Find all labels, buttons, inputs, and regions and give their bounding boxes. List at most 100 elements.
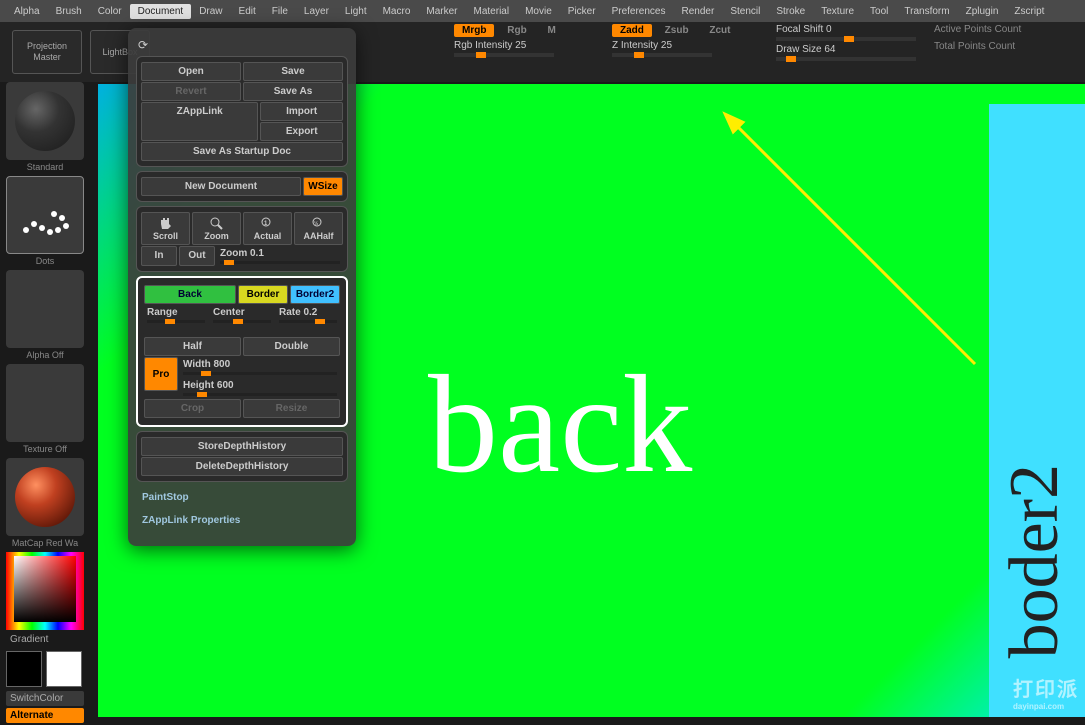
stroke-thumb-dots[interactable] bbox=[6, 176, 84, 254]
border2-color-button[interactable]: Border2 bbox=[290, 285, 340, 304]
menu-picker[interactable]: Picker bbox=[560, 4, 604, 19]
resize-button[interactable]: Resize bbox=[243, 399, 340, 418]
projection-master-button[interactable]: Projection Master bbox=[12, 30, 82, 74]
zsub-button[interactable]: Zsub bbox=[657, 24, 697, 37]
menu-preferences[interactable]: Preferences bbox=[604, 4, 674, 19]
z-intensity-slider[interactable] bbox=[612, 53, 712, 57]
menu-color[interactable]: Color bbox=[90, 4, 130, 19]
menu-light[interactable]: Light bbox=[337, 4, 375, 19]
height-slider[interactable]: Height 600 bbox=[180, 378, 340, 398]
menu-draw[interactable]: Draw bbox=[191, 4, 230, 19]
paintstop-link[interactable]: PaintStop bbox=[134, 486, 350, 509]
crop-button[interactable]: Crop bbox=[144, 399, 241, 418]
menu-render[interactable]: Render bbox=[674, 4, 723, 19]
actual-button[interactable]: 1Actual bbox=[243, 212, 292, 245]
wsize-button[interactable]: WSize bbox=[303, 177, 343, 196]
menu-edit[interactable]: Edit bbox=[231, 4, 264, 19]
width-slider[interactable]: Width 800 bbox=[180, 357, 340, 377]
swatch-white[interactable] bbox=[46, 651, 82, 687]
svg-text:½: ½ bbox=[314, 220, 318, 227]
newdoc-group: New Document WSize bbox=[136, 171, 348, 202]
stroke-label-dots: Dots bbox=[0, 256, 90, 266]
menu-stencil[interactable]: Stencil bbox=[722, 4, 768, 19]
material-thumb[interactable] bbox=[6, 458, 84, 536]
reload-icon[interactable]: ⟳ bbox=[134, 38, 350, 52]
save-as-startup-button[interactable]: Save As Startup Doc bbox=[141, 142, 343, 161]
zcut-button[interactable]: Zcut bbox=[701, 24, 738, 37]
brush-thumb-standard[interactable] bbox=[6, 82, 84, 160]
background-group: Back Border Border2 Range Center Rate 0.… bbox=[136, 276, 348, 427]
watermark: 打印派dayinpai.com bbox=[1013, 673, 1079, 711]
rgb-intensity-slider[interactable] bbox=[454, 53, 554, 57]
zoom-button[interactable]: Zoom bbox=[192, 212, 241, 245]
draw-size-label: Draw Size bbox=[776, 44, 822, 55]
center-slider[interactable]: Center bbox=[210, 305, 274, 325]
double-button[interactable]: Double bbox=[243, 337, 340, 356]
m-button[interactable]: M bbox=[539, 24, 563, 37]
pro-button[interactable]: Pro bbox=[144, 357, 178, 391]
file-group: Open Save Revert Save As ZAppLink Import… bbox=[136, 56, 348, 167]
menu-layer[interactable]: Layer bbox=[296, 4, 337, 19]
export-button[interactable]: Export bbox=[260, 122, 343, 141]
back-color-button[interactable]: Back bbox=[144, 285, 236, 304]
zadd-button[interactable]: Zadd bbox=[612, 24, 652, 37]
aahalf-button[interactable]: ½AAHalf bbox=[294, 212, 343, 245]
border-color-button[interactable]: Border bbox=[238, 285, 288, 304]
menu-texture[interactable]: Texture bbox=[813, 4, 862, 19]
rgb-intensity-value: 25 bbox=[515, 40, 526, 51]
menu-macro[interactable]: Macro bbox=[375, 4, 419, 19]
delete-depth-button[interactable]: DeleteDepthHistory bbox=[141, 457, 343, 476]
menu-zscript[interactable]: Zscript bbox=[1006, 4, 1052, 19]
zoom-slider[interactable]: Zoom 0.1 bbox=[217, 246, 343, 266]
menu-file[interactable]: File bbox=[264, 4, 296, 19]
texture-thumb[interactable] bbox=[6, 364, 84, 442]
menu-tool[interactable]: Tool bbox=[862, 4, 896, 19]
texture-label: Texture Off bbox=[0, 444, 90, 454]
menu-stroke[interactable]: Stroke bbox=[768, 4, 813, 19]
save-button[interactable]: Save bbox=[243, 62, 343, 81]
zoom-out-button[interactable]: Out bbox=[179, 246, 215, 266]
menu-movie[interactable]: Movie bbox=[517, 4, 560, 19]
menu-document[interactable]: Document bbox=[130, 4, 192, 19]
range-slider[interactable]: Range bbox=[144, 305, 208, 325]
new-document-button[interactable]: New Document bbox=[141, 177, 301, 196]
mrgb-button[interactable]: Mrgb bbox=[454, 24, 494, 37]
scroll-button[interactable]: Scroll bbox=[141, 212, 190, 245]
zapplink-button[interactable]: ZAppLink bbox=[141, 102, 258, 141]
menu-brush[interactable]: Brush bbox=[48, 4, 90, 19]
draw-size-slider[interactable] bbox=[776, 57, 916, 61]
menu-material[interactable]: Material bbox=[466, 4, 518, 19]
rate-slider[interactable]: Rate 0.2 bbox=[276, 305, 340, 325]
alternate-button[interactable]: Alternate bbox=[6, 708, 84, 723]
color-swatches[interactable] bbox=[6, 651, 84, 687]
color-picker[interactable] bbox=[6, 552, 84, 630]
z-intensity-label: Z Intensity bbox=[612, 40, 658, 51]
main-menubar: AlphaBrushColorDocumentDrawEditFileLayer… bbox=[0, 0, 1085, 22]
store-depth-button[interactable]: StoreDepthHistory bbox=[141, 437, 343, 456]
open-button[interactable]: Open bbox=[141, 62, 241, 81]
alpha-thumb[interactable] bbox=[6, 270, 84, 348]
import-button[interactable]: Import bbox=[260, 102, 343, 121]
revert-button[interactable]: Revert bbox=[141, 82, 241, 101]
zapplink-properties-link[interactable]: ZAppLink Properties bbox=[134, 509, 350, 532]
save-as-button[interactable]: Save As bbox=[243, 82, 343, 101]
gradient-label[interactable]: Gradient bbox=[6, 632, 84, 647]
aahalf-icon: ½ bbox=[311, 216, 327, 230]
menu-marker[interactable]: Marker bbox=[418, 4, 465, 19]
menu-alpha[interactable]: Alpha bbox=[6, 4, 48, 19]
annotation-arrow-icon bbox=[715, 104, 995, 384]
zoom-in-button[interactable]: In bbox=[141, 246, 177, 266]
swatch-black[interactable] bbox=[6, 651, 42, 687]
half-button[interactable]: Half bbox=[144, 337, 241, 356]
material-label: MatCap Red Wa bbox=[0, 538, 90, 548]
magnifier-icon bbox=[209, 216, 225, 230]
actual-size-icon: 1 bbox=[260, 216, 276, 230]
switch-color-button[interactable]: SwitchColor bbox=[6, 691, 84, 706]
rgb-intensity-label: Rgb Intensity bbox=[454, 40, 512, 51]
canvas-text-back: back bbox=[428, 344, 692, 505]
active-points-label: Active Points Count bbox=[934, 24, 1021, 35]
rgb-button[interactable]: Rgb bbox=[499, 24, 534, 37]
menu-transform[interactable]: Transform bbox=[896, 4, 957, 19]
focal-shift-slider[interactable] bbox=[776, 37, 916, 41]
menu-zplugin[interactable]: Zplugin bbox=[958, 4, 1007, 19]
